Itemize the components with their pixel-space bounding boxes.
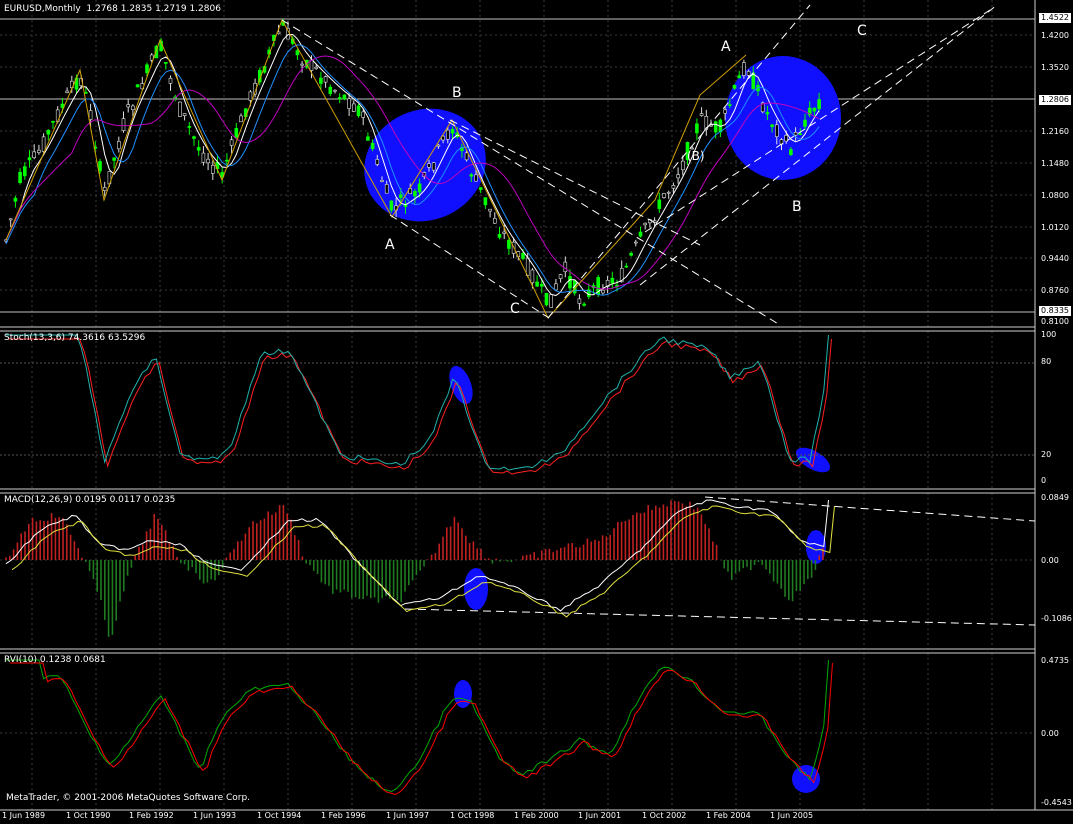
price-tick: 1.4200 bbox=[1041, 31, 1069, 40]
date-tick: 1 Oct 1998 bbox=[450, 811, 495, 820]
date-tick: 1 Feb 1992 bbox=[129, 811, 174, 820]
macd-tick: 0.0849 bbox=[1041, 493, 1069, 502]
date-tick: 1 Jun 1997 bbox=[386, 811, 430, 820]
ellipse-macd-1 bbox=[464, 568, 488, 610]
low-price-box: 0.8335 bbox=[1039, 306, 1071, 316]
date-tick: 1 Feb 2000 bbox=[514, 811, 559, 820]
price-tick: 1.0120 bbox=[1041, 223, 1069, 232]
date-tick: 1 Oct 1990 bbox=[66, 811, 111, 820]
price-tick: 0.9440 bbox=[1041, 254, 1069, 263]
date-tick: 1 Jun 1993 bbox=[193, 811, 237, 820]
wave-label-b: B bbox=[792, 199, 802, 215]
symbol-label: EURUSD,Monthly bbox=[4, 4, 81, 14]
main-pane-title: EURUSD,Monthly 1.2768 1.2835 1.2719 1.28… bbox=[4, 4, 221, 14]
wave-label-c: C bbox=[857, 23, 867, 39]
date-tick: 1 Oct 2002 bbox=[642, 811, 687, 820]
date-tick: 1 Jun 2001 bbox=[578, 811, 622, 820]
date-tick: 1 Jun 1989 bbox=[2, 811, 46, 820]
price-tick: 0.8760 bbox=[1041, 286, 1069, 295]
ohlc-values: 1.2768 1.2835 1.2719 1.2806 bbox=[86, 4, 221, 14]
chart-canvas[interactable] bbox=[0, 0, 1073, 824]
date-tick: 1 Feb 2004 bbox=[706, 811, 751, 820]
ellipse-rvi-2 bbox=[792, 765, 820, 793]
macd-pane-title: MACD(12,26,9) 0.0195 0.0117 0.0235 bbox=[4, 495, 176, 505]
rvi-tick: 0.4735 bbox=[1041, 656, 1069, 665]
ellipse-rvi-1 bbox=[454, 680, 472, 708]
current-price-box: 1.2806 bbox=[1039, 95, 1071, 105]
stoch-tick: 100 bbox=[1041, 330, 1057, 339]
top-price-box: 1.4522 bbox=[1039, 13, 1071, 23]
stoch-pane-title: Stoch(13,3,6) 74.3616 63.5296 bbox=[4, 333, 146, 343]
rvi-tick: -0.4543 bbox=[1041, 798, 1072, 807]
rvi-pane-title: RVI(10) 0.1238 0.0681 bbox=[4, 655, 106, 665]
wave-label-b-paren: (B) bbox=[687, 149, 705, 163]
price-tick: 1.3520 bbox=[1041, 63, 1069, 72]
wave-label-a: A bbox=[721, 39, 731, 55]
copyright-footer: MetaTrader, © 2001-2006 MetaQuotes Softw… bbox=[6, 793, 251, 803]
price-tick: 0.8100 bbox=[1041, 317, 1069, 326]
macd-tick: 0.00 bbox=[1041, 556, 1059, 565]
date-tick: 1 Oct 1994 bbox=[257, 811, 302, 820]
price-tick: 1.1480 bbox=[1041, 159, 1069, 168]
wave-label-b: B bbox=[452, 85, 462, 101]
date-tick: 1 Jun 2005 bbox=[770, 811, 814, 820]
stoch-tick: 20 bbox=[1041, 450, 1052, 459]
date-tick: 1 Feb 1996 bbox=[321, 811, 366, 820]
price-tick: 1.0800 bbox=[1041, 191, 1069, 200]
stoch-tick: 80 bbox=[1041, 357, 1052, 366]
wave-label-c: C bbox=[510, 301, 520, 317]
macd-tick: -0.1086 bbox=[1041, 614, 1072, 623]
stoch-tick: 0 bbox=[1041, 476, 1047, 485]
price-tick: 1.2160 bbox=[1041, 127, 1069, 136]
wave-label-a: A bbox=[385, 237, 395, 253]
rvi-tick: 0.00 bbox=[1041, 729, 1059, 738]
